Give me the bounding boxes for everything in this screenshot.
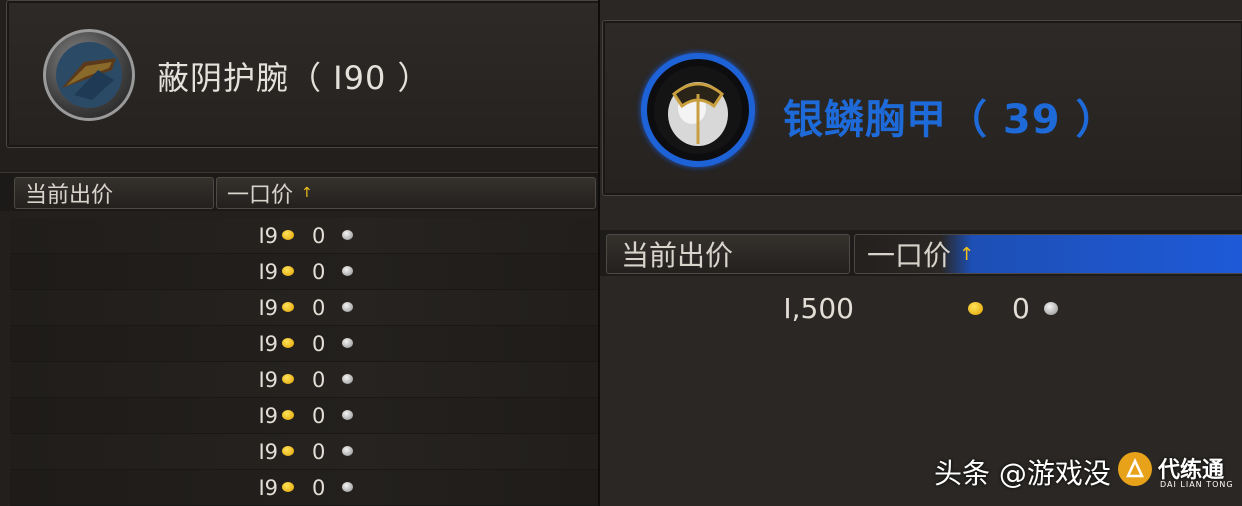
silver-coin-icon — [342, 266, 353, 276]
buyout-column-header[interactable]: 一口价 ↑ — [216, 177, 596, 209]
buyout-silver: 0 — [312, 295, 326, 320]
chest-armor-icon[interactable] — [641, 53, 755, 167]
auction-row[interactable]: I9 0 — [10, 398, 598, 434]
buyout-gold: I9 — [258, 259, 278, 284]
bracer-icon[interactable] — [43, 29, 135, 121]
auction-row[interactable]: I9 0 — [10, 470, 598, 506]
item-name: 银鳞胸甲（ 39 ） — [783, 97, 1117, 143]
gold-coin-icon — [282, 446, 294, 456]
buyout-gold: I9 — [258, 295, 278, 320]
auction-row[interactable]: I9 0 — [10, 218, 598, 254]
watermark-brand-sub: DAI LIAN TONG — [1160, 480, 1234, 489]
buyout-gold: I9 — [258, 223, 278, 248]
right-auction-panel: 银鳞胸甲（ 39 ） 当前出价 一口价 ↑ I,500 0 — [598, 0, 1242, 506]
auction-row[interactable]: I9 0 — [10, 362, 598, 398]
current-bid-column-header[interactable]: 当前出价 — [606, 234, 850, 274]
sort-ascending-icon: ↑ — [301, 185, 313, 201]
silver-coin-icon — [1044, 302, 1058, 315]
sort-ascending-icon: ↑ — [959, 243, 975, 265]
buyout-gold: I9 — [258, 331, 278, 356]
item-header-card: 蔽阴护腕（ I90 ） — [6, 0, 598, 148]
buyout-silver: 0 — [1012, 291, 1030, 325]
auction-row[interactable]: I9 0 — [10, 434, 598, 470]
current-bid-column-header[interactable]: 当前出价 — [14, 177, 214, 209]
item-name: 蔽阴护腕（ I90 ） — [157, 59, 431, 97]
buyout-gold: I9 — [258, 403, 278, 428]
buyout-gold: I9 — [258, 475, 278, 500]
buyout-silver: 0 — [312, 223, 326, 248]
current-bid-label: 当前出价 — [25, 183, 114, 208]
silver-coin-icon — [342, 230, 353, 240]
silver-coin-icon — [342, 482, 353, 492]
gold-coin-icon — [968, 302, 983, 315]
auction-row[interactable]: I9 0 — [10, 326, 598, 362]
buyout-label: 一口价 — [867, 239, 952, 272]
item-header-card: 银鳞胸甲（ 39 ） — [602, 20, 1242, 196]
brand-logo-icon — [1118, 452, 1152, 486]
silver-coin-icon — [342, 374, 353, 384]
buyout-silver: 0 — [312, 475, 326, 500]
gold-coin-icon — [282, 230, 294, 240]
auction-list: I,500 0 — [608, 288, 1242, 328]
buyout-gold: I9 — [258, 367, 278, 392]
auction-row[interactable]: I9 0 — [10, 290, 598, 326]
buyout-label: 一口价 — [227, 183, 294, 208]
current-bid-label: 当前出价 — [621, 239, 734, 272]
auction-row[interactable]: I9 0 — [10, 254, 598, 290]
buyout-gold: I9 — [258, 439, 278, 464]
auction-row[interactable]: I,500 0 — [608, 288, 1242, 328]
silver-coin-icon — [342, 410, 353, 420]
gold-coin-icon — [282, 374, 294, 384]
gold-coin-icon — [282, 302, 294, 312]
gold-coin-icon — [282, 338, 294, 348]
buyout-silver: 0 — [312, 259, 326, 284]
column-header-bar: 当前出价 一口价 ↑ — [600, 230, 1242, 276]
buyout-silver: 0 — [312, 403, 326, 428]
gold-coin-icon — [282, 410, 294, 420]
gold-coin-icon — [282, 266, 294, 276]
silver-coin-icon — [342, 446, 353, 456]
auction-list: I9 0 I9 0 I9 0 I9 0 I9 0 I9 0 I9 0 I9 0 — [10, 218, 598, 506]
left-auction-panel: 蔽阴护腕（ I90 ） 当前出价 一口价 ↑ I9 0 I9 0 I9 0 I9 0 I9 0 I9… — [0, 0, 598, 506]
buyout-silver: 0 — [312, 331, 326, 356]
silver-coin-icon — [342, 338, 353, 348]
gold-coin-icon — [282, 482, 294, 492]
buyout-silver: 0 — [312, 439, 326, 464]
buyout-silver: 0 — [312, 367, 326, 392]
buyout-gold: I,500 — [783, 291, 854, 325]
watermark-text: 头条 @游戏没 — [934, 457, 1111, 490]
column-header-bar: 当前出价 一口价 ↑ — [0, 172, 598, 211]
silver-coin-icon — [342, 302, 353, 312]
buyout-column-header[interactable]: 一口价 ↑ — [854, 234, 1242, 274]
